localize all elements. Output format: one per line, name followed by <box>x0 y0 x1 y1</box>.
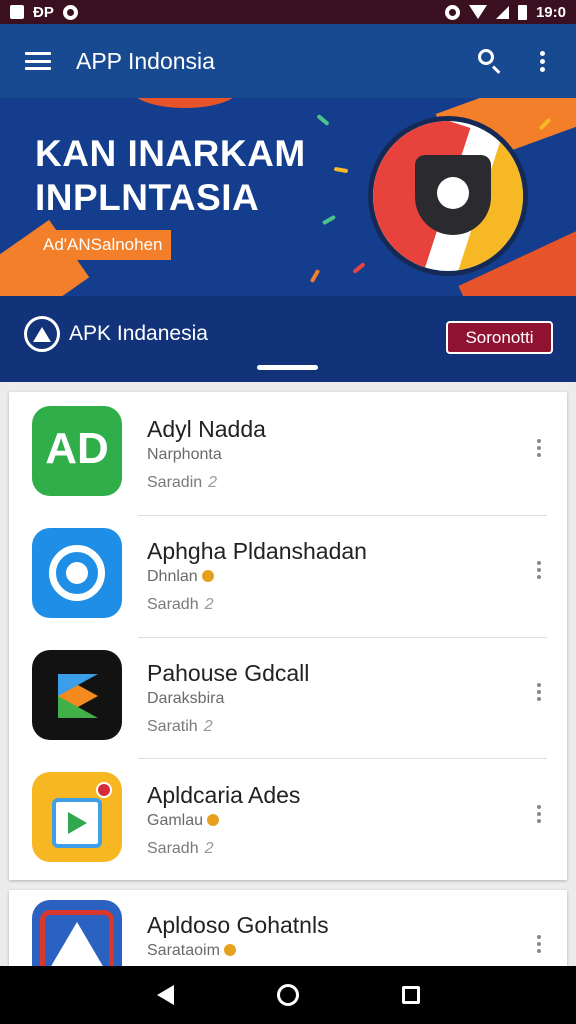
item-more-icon[interactable] <box>529 802 549 826</box>
app-name: Pahouse Gdcall <box>147 660 310 686</box>
brand-action-button[interactable]: Soronotti <box>446 321 553 354</box>
signal-icon <box>495 5 509 19</box>
more-options-icon[interactable] <box>527 46 557 76</box>
app-bar: APP Indonsia <box>0 24 576 98</box>
banner-title-line2: INPLNTASIA <box>35 177 260 218</box>
status-bar: ĐP 19:0 <box>0 0 576 24</box>
app-developer: Saradin 2 <box>147 474 218 491</box>
app-name: Adyl Nadda <box>147 416 266 442</box>
item-more-icon[interactable] <box>529 558 549 582</box>
blue-app-icon <box>32 528 122 618</box>
banner-decoration <box>130 98 240 108</box>
status-left-text: ĐP <box>33 3 54 21</box>
app-subtitle: Sarataoim <box>147 942 236 960</box>
banner-title: KAN INARKAM INPLNTASIA <box>35 132 306 220</box>
notification-icon <box>10 5 24 19</box>
app-subtitle: Gamlau <box>147 812 220 830</box>
wifi-icon <box>468 5 487 19</box>
app-list-card: AD Adyl Nadda Narphonta Saradin 2 Aphgha … <box>9 392 567 880</box>
carousel-indicator <box>257 365 318 370</box>
app-title: APP Indonsia <box>76 47 215 74</box>
banner-tag: Ad'ANSalnohen <box>35 230 171 260</box>
badge-icon <box>201 570 214 582</box>
status-time: 19:0 <box>535 3 566 21</box>
screen: ĐP 19:0 APP Indonsia KAN INARKAM INPLNTA… <box>0 0 576 1024</box>
app-subtitle: Narphonta <box>147 446 222 463</box>
back-icon[interactable] <box>156 985 174 1005</box>
confetti <box>316 113 330 127</box>
confetti <box>309 268 321 284</box>
confetti <box>321 214 337 226</box>
app-name: Apldoso Gohatnls <box>147 912 329 938</box>
green-app-icon: AD <box>32 406 122 496</box>
app-list-item[interactable]: Apldcaria Ades Gamlau Saradh 2 <box>9 758 567 880</box>
item-more-icon[interactable] <box>529 680 549 704</box>
store-app-icon <box>32 772 122 862</box>
apk-logo-icon <box>24 316 60 352</box>
battery-icon <box>517 4 527 20</box>
app-developer: Saratih 2 <box>147 718 213 735</box>
app-name: Apldcaria Ades <box>147 782 301 808</box>
app-list-item[interactable]: AD Adyl Nadda Narphonta Saradin 2 <box>9 392 567 514</box>
menu-icon[interactable] <box>25 52 51 70</box>
item-more-icon[interactable] <box>529 436 549 460</box>
brand-bar: APK Indanesia Soronotti <box>0 296 576 382</box>
app-subtitle: Daraksbira <box>147 690 225 707</box>
brand-name: APK Indanesia <box>69 322 208 345</box>
confetti <box>352 261 366 275</box>
shield-ball-logo-icon <box>368 116 528 276</box>
app-notification-icon <box>62 4 78 20</box>
promo-banner[interactable]: KAN INARKAM INPLNTASIA Ad'ANSalnohen <box>0 98 576 296</box>
app-developer: Saradh 2 <box>147 596 214 613</box>
system-nav-bar <box>0 966 576 1024</box>
app-developer: Saradh 2 <box>147 840 214 857</box>
app-name: Aphgha Pldanshadan <box>147 538 367 564</box>
search-icon[interactable] <box>475 46 505 76</box>
sync-icon <box>444 4 460 20</box>
item-more-icon[interactable] <box>529 932 549 956</box>
app-subtitle: Dhnlan <box>147 568 214 586</box>
app-list-item[interactable]: Pahouse Gdcall Daraksbira Saratih 2 <box>9 636 567 758</box>
recents-icon[interactable] <box>401 986 420 1004</box>
banner-title-line1: KAN INARKAM <box>35 133 306 174</box>
badge-icon <box>207 814 220 826</box>
app-list-item[interactable]: Aphgha Pldanshadan Dhnlan Saradh 2 <box>9 514 567 636</box>
home-icon[interactable] <box>276 984 299 1006</box>
confetti <box>333 166 349 174</box>
badge-icon <box>223 944 236 956</box>
play-app-icon <box>32 650 122 740</box>
